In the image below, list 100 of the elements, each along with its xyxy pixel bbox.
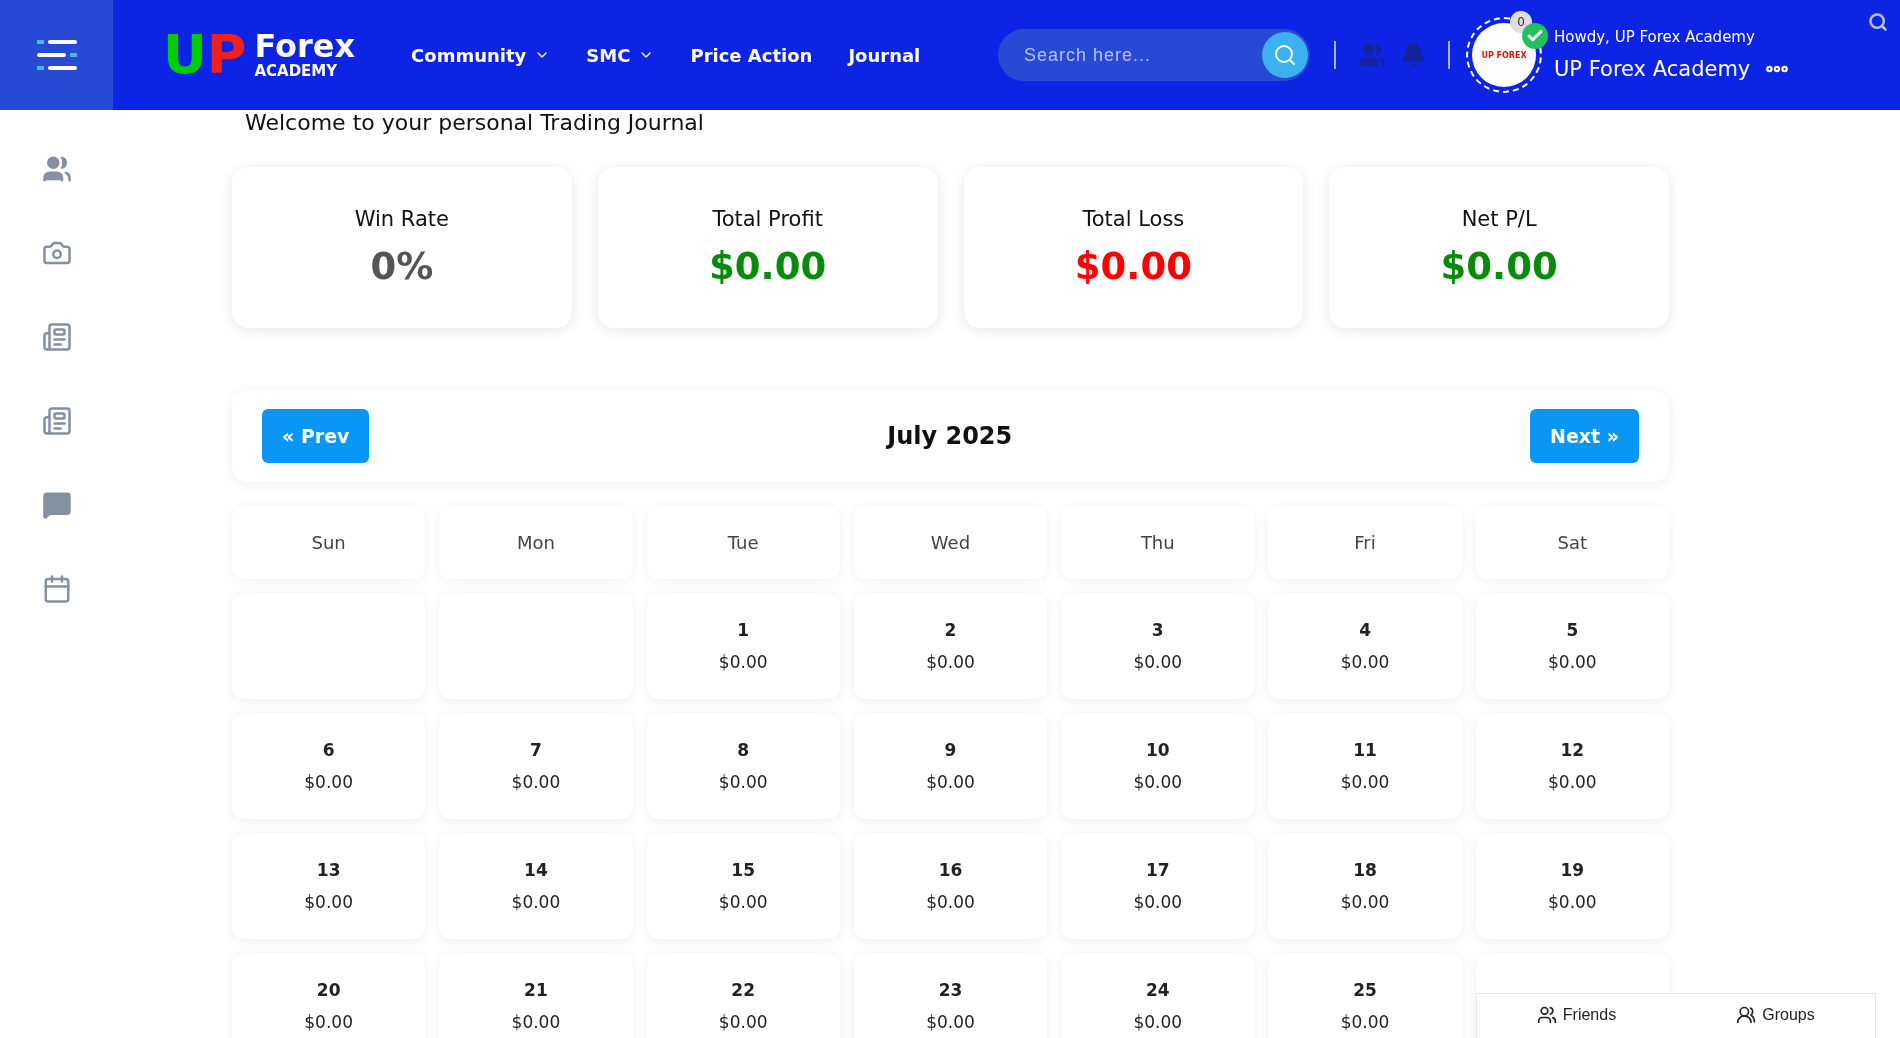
- chat-icon[interactable]: [41, 490, 72, 520]
- day-number: 3: [1151, 620, 1164, 640]
- day-cell[interactable]: 5 $0.00: [1475, 593, 1669, 699]
- day-number: 14: [524, 860, 548, 880]
- logo-subtitle: ACADEMY: [254, 62, 339, 80]
- day-cell[interactable]: 21 $0.00: [439, 953, 633, 1038]
- day-amount: $0.00: [511, 892, 561, 912]
- day-number: 4: [1359, 620, 1371, 640]
- day-cell[interactable]: 4 $0.00: [1268, 593, 1462, 699]
- day-amount: $0.00: [304, 1012, 353, 1032]
- day-cell[interactable]: 12 $0.00: [1475, 713, 1669, 819]
- day-amount: $0.00: [926, 892, 975, 912]
- search-bar[interactable]: Search here...: [998, 29, 1310, 81]
- day-number: 22: [731, 980, 756, 1000]
- day-amount: $0.00: [718, 892, 768, 912]
- weekday-header: Sat: [1475, 506, 1669, 579]
- day-number: 18: [1353, 860, 1377, 880]
- greeting: Howdy, UP Forex Academy: [1554, 28, 1756, 46]
- day-number: 12: [1560, 740, 1585, 760]
- day-cell[interactable]: 2 $0.00: [853, 593, 1048, 699]
- day-amount: $0.00: [1340, 1012, 1390, 1032]
- day-number: 25: [1353, 980, 1377, 1000]
- day-cell[interactable]: 6 $0.00: [232, 713, 426, 819]
- weekday-header: Mon: [439, 506, 633, 579]
- day-cell[interactable]: 23 $0.00: [853, 953, 1048, 1038]
- day-cell[interactable]: 20 $0.00: [232, 953, 426, 1038]
- day-amount: $0.00: [1133, 652, 1183, 672]
- day-cell[interactable]: 16 $0.00: [853, 833, 1048, 939]
- logo-word: Forex: [254, 30, 356, 62]
- weekday-header: Fri: [1268, 506, 1462, 579]
- day-number: 7: [530, 740, 542, 760]
- group-icon: [1736, 1004, 1757, 1025]
- day-amount: $0.00: [304, 892, 353, 912]
- stat-label: Total Loss: [1082, 207, 1185, 231]
- day-number: 9: [944, 740, 957, 760]
- calendar-icon[interactable]: [41, 574, 72, 604]
- day-cell[interactable]: 13 $0.00: [232, 833, 426, 939]
- stat-value: $0.00: [709, 245, 827, 288]
- stat-label: Total Profit: [712, 207, 823, 231]
- day-cell[interactable]: 8 $0.00: [646, 713, 840, 819]
- nav-link[interactable]: SMC: [586, 44, 655, 66]
- day-number: 21: [524, 980, 548, 1000]
- day-number: 2: [944, 620, 957, 640]
- day-cell[interactable]: 9 $0.00: [853, 713, 1048, 819]
- day-cell[interactable]: 19 $0.00: [1475, 833, 1669, 939]
- day-cell[interactable]: 22 $0.00: [646, 953, 840, 1038]
- panel-tab[interactable]: Groups: [1676, 994, 1875, 1038]
- day-number: 11: [1353, 740, 1377, 760]
- day-cell[interactable]: 15 $0.00: [646, 833, 840, 939]
- search-field[interactable]: Search here...: [1022, 43, 1262, 67]
- panel-tab[interactable]: Friends: [1477, 994, 1676, 1038]
- search-icon[interactable]: [1868, 12, 1888, 32]
- weekday-header: Wed: [853, 506, 1048, 579]
- day-amount: $0.00: [1133, 772, 1183, 792]
- day-cell[interactable]: 25 $0.00: [1268, 953, 1462, 1038]
- day-number: 13: [316, 860, 341, 880]
- search-button[interactable]: [1262, 32, 1308, 78]
- nav-link[interactable]: Journal: [848, 44, 921, 66]
- day-amount: $0.00: [511, 1012, 561, 1032]
- menu-button[interactable]: [0, 0, 113, 110]
- news-icon[interactable]: [41, 322, 72, 352]
- menu-icon: [34, 38, 79, 72]
- day-amount: $0.00: [718, 772, 768, 792]
- day-number: 19: [1560, 860, 1585, 880]
- day-amount: $0.00: [304, 772, 353, 792]
- news-icon[interactable]: [41, 406, 72, 436]
- day-amount: $0.00: [926, 772, 975, 792]
- day-cell[interactable]: 7 $0.00: [439, 713, 633, 819]
- nav-link[interactable]: Price Action: [690, 44, 813, 66]
- day-number: 23: [938, 980, 963, 1000]
- month-title: July 2025: [887, 422, 1013, 450]
- day-cell[interactable]: 14 $0.00: [439, 833, 633, 939]
- day-cell[interactable]: 1 $0.00: [646, 593, 840, 699]
- day-amount: $0.00: [1340, 892, 1390, 912]
- day-cell[interactable]: 3 $0.00: [1061, 593, 1255, 699]
- day-cell[interactable]: 10 $0.00: [1061, 713, 1255, 819]
- day-number: 1: [737, 620, 750, 640]
- day-amount: $0.00: [1133, 1012, 1183, 1032]
- day-amount: $0.00: [1548, 772, 1597, 792]
- day-number: 15: [731, 860, 756, 880]
- stat-value: 0%: [370, 245, 434, 288]
- user-name[interactable]: UP Forex Academy: [1554, 57, 1751, 81]
- day-amount: $0.00: [1548, 892, 1597, 912]
- stat-value: $0.00: [1440, 245, 1558, 288]
- stat-value: $0.00: [1074, 245, 1192, 288]
- day-cell[interactable]: 11 $0.00: [1268, 713, 1462, 819]
- day-cell[interactable]: 18 $0.00: [1268, 833, 1462, 939]
- day-number: 10: [1145, 740, 1170, 760]
- day-amount: $0.00: [1133, 892, 1183, 912]
- day-cell[interactable]: 17 $0.00: [1061, 833, 1255, 939]
- day-amount: $0.00: [926, 1012, 975, 1032]
- day-number: 17: [1145, 860, 1170, 880]
- day-number: 16: [938, 860, 963, 880]
- nav-link[interactable]: Community: [411, 44, 551, 66]
- stat-label: Win Rate: [354, 207, 449, 231]
- people-icon[interactable]: [41, 154, 72, 184]
- day-amount: $0.00: [511, 772, 561, 792]
- day-cell[interactable]: 24 $0.00: [1061, 953, 1255, 1038]
- weekday-header: Sun: [232, 506, 426, 579]
- day-amount: $0.00: [718, 1012, 768, 1032]
